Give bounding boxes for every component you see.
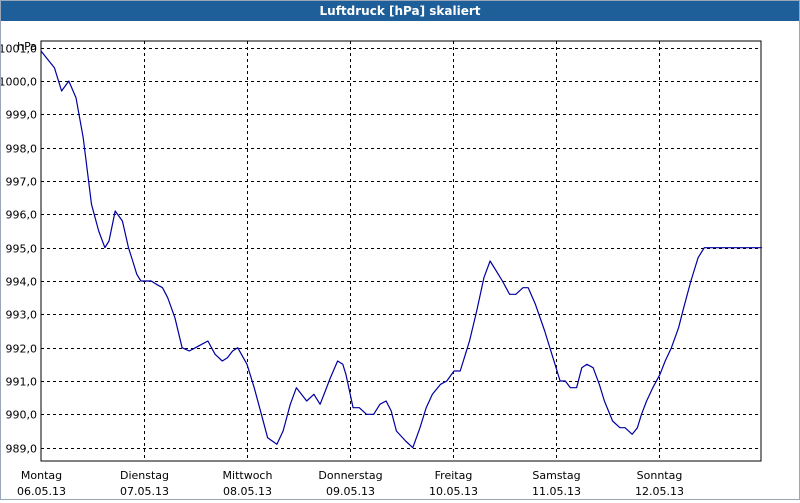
y-tick-label: 998,0 <box>6 143 38 156</box>
line-chart: 989,0 990,0 991,0 992,0 993,0 994,0 995,0 996,0… <box>0 40 762 498</box>
y-tick-label: 991,0 <box>6 376 38 389</box>
x-tick-date: 10.05.13 <box>429 485 478 498</box>
x-tick-day: Montag <box>21 469 62 482</box>
y-tick-label: 989,0 <box>6 443 38 456</box>
x-tick-day: Mittwoch <box>223 469 273 482</box>
x-tick-date: 09.05.13 <box>326 485 375 498</box>
x-tick-day: Donnerstag <box>318 469 382 482</box>
y-tick-label: 993,0 <box>6 309 38 322</box>
y-axis-label: hPa <box>17 40 37 53</box>
x-tick-day: Dienstag <box>120 469 169 482</box>
x-tick-date: 07.05.13 <box>120 485 169 498</box>
y-tick-label: 1000,0 <box>1 76 37 89</box>
x-tick-date: 08.05.13 <box>223 485 272 498</box>
y-tick-label: 990,0 <box>6 409 38 422</box>
x-tick-date: 11.05.13 <box>532 485 581 498</box>
chart-title: Luftdruck [hPa] skaliert <box>1 1 799 21</box>
y-tick-label: 997,0 <box>6 176 38 189</box>
y-tick-label: 996,0 <box>6 209 38 222</box>
x-tick-day: Samstag <box>532 469 580 482</box>
chart-area: 989,0 990,0 991,0 992,0 993,0 994,0 995,0 996,0… <box>0 21 799 499</box>
chart-window: Luftdruck [hPa] skaliert 989,0 990,0 991,0… <box>0 0 800 500</box>
y-tick-label: 994,0 <box>6 276 38 289</box>
y-tick-label: 999,0 <box>6 109 38 122</box>
x-tick-day: Sonntag <box>637 469 683 482</box>
x-tick-date: 06.05.13 <box>17 485 66 498</box>
y-tick-label: 995,0 <box>6 243 38 256</box>
x-tick-date: 12.05.13 <box>635 485 684 498</box>
y-tick-label: 992,0 <box>6 343 38 356</box>
plot-frame <box>40 40 762 462</box>
x-tick-day: Freitag <box>435 469 473 482</box>
